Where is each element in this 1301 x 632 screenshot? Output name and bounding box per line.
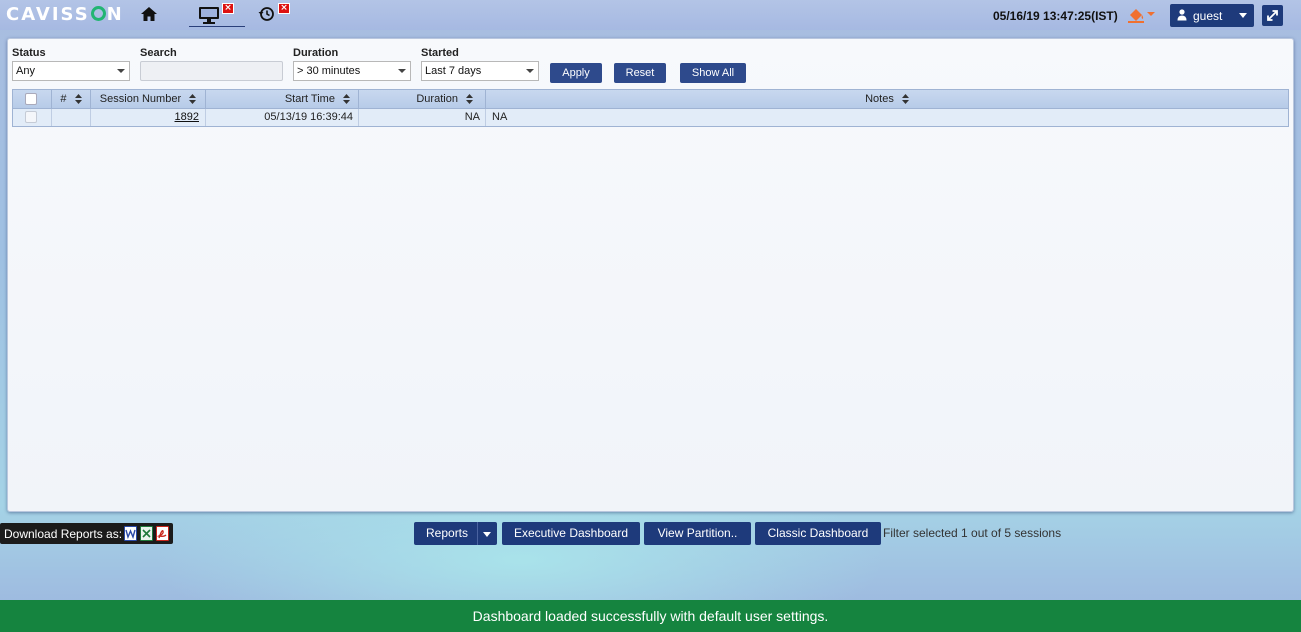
search-input[interactable]	[140, 61, 283, 81]
sort-icon	[466, 94, 473, 105]
split-divider	[477, 522, 478, 545]
show-all-button[interactable]: Show All	[680, 63, 746, 83]
started-select[interactable]: Last 7 days	[421, 61, 539, 81]
duration-select[interactable]: > 30 minutes	[293, 61, 411, 81]
download-reports-bar: Download Reports as:	[0, 523, 173, 544]
column-session-number-label: Session Number	[99, 93, 182, 105]
row-checkbox-cell	[13, 109, 52, 126]
search-label: Search	[140, 47, 177, 59]
column-index[interactable]: #	[52, 90, 91, 108]
row-session-number-cell: 1892	[91, 109, 206, 126]
column-index-label: #	[60, 93, 67, 105]
theme-paint-icon[interactable]	[1127, 6, 1157, 27]
select-all-cell	[13, 90, 52, 108]
chevron-down-icon	[1239, 13, 1247, 18]
user-icon	[1177, 9, 1187, 24]
success-toast: Dashboard loaded successfully with defau…	[0, 600, 1301, 632]
home-icon[interactable]	[140, 6, 158, 25]
row-start-time: 05/13/19 16:39:44	[206, 109, 359, 126]
reset-button[interactable]: Reset	[614, 63, 666, 83]
column-duration[interactable]: Duration	[359, 90, 486, 108]
reports-dropdown-button[interactable]: Reports	[414, 522, 497, 545]
row-notes: NA	[492, 111, 508, 123]
column-notes[interactable]: Notes	[486, 90, 1288, 108]
cavisson-logo: CAVISS N	[6, 4, 124, 25]
row-checkbox[interactable]	[25, 111, 37, 123]
executive-dashboard-button[interactable]: Executive Dashboard	[502, 522, 640, 545]
user-name: guest	[1193, 9, 1223, 23]
duration-label: Duration	[293, 47, 339, 59]
column-duration-label: Duration	[416, 93, 458, 105]
view-partition-button[interactable]: View Partition..	[644, 522, 751, 545]
filter-status-text: Filter selected 1 out of 5 sessions	[883, 526, 1062, 540]
started-label: Started	[421, 47, 459, 59]
reports-label: Reports	[426, 526, 469, 540]
download-reports-label: Download Reports as:	[4, 527, 123, 541]
top-navigation-bar: CAVISS N × × 05/16/19 13:47:25(IST) guest	[0, 0, 1301, 30]
table-header: # Session Number Start Time Duration Not…	[12, 89, 1289, 109]
column-start-time[interactable]: Start Time	[206, 90, 359, 108]
column-start-time-label: Start Time	[284, 93, 335, 105]
history-icon[interactable]	[258, 6, 275, 25]
started-value: Last 7 days	[425, 65, 482, 77]
sessions-panel: Status Any Search Duration > 30 minutes …	[7, 38, 1294, 512]
expand-icon	[1267, 10, 1278, 21]
sort-icon	[343, 94, 350, 105]
user-menu-button[interactable]: guest	[1170, 4, 1254, 27]
close-tab-history-icon[interactable]: ×	[278, 3, 290, 14]
active-tab-indicator	[189, 26, 245, 27]
select-all-checkbox[interactable]	[25, 93, 37, 105]
word-file-icon[interactable]	[124, 526, 137, 541]
chevron-down-icon	[526, 69, 534, 73]
status-select[interactable]: Any	[12, 61, 130, 81]
sort-icon	[901, 94, 909, 105]
close-tab-monitor-icon[interactable]: ×	[222, 3, 234, 14]
monitor-icon[interactable]	[198, 6, 220, 27]
excel-file-icon[interactable]	[140, 526, 153, 541]
session-number-link[interactable]: 1892	[175, 111, 199, 123]
status-label: Status	[12, 47, 46, 59]
chevron-down-icon	[398, 69, 406, 73]
table-row[interactable]: 1892 05/13/19 16:39:44 NA NA	[12, 109, 1289, 127]
chevron-down-icon[interactable]	[483, 532, 491, 537]
column-notes-label: Notes	[865, 93, 894, 105]
server-datetime: 05/16/19 13:47:25(IST)	[993, 9, 1118, 23]
row-duration: NA	[359, 109, 486, 126]
fullscreen-button[interactable]	[1262, 5, 1283, 26]
duration-value: > 30 minutes	[297, 65, 361, 77]
chevron-down-icon	[117, 69, 125, 73]
pdf-file-icon[interactable]	[156, 526, 169, 541]
column-session-number[interactable]: Session Number	[91, 90, 206, 108]
sort-icon	[189, 94, 197, 105]
sort-icon	[74, 94, 82, 105]
classic-dashboard-button[interactable]: Classic Dashboard	[755, 522, 881, 545]
status-value: Any	[16, 65, 35, 77]
apply-button[interactable]: Apply	[550, 63, 602, 83]
row-index	[52, 109, 91, 126]
